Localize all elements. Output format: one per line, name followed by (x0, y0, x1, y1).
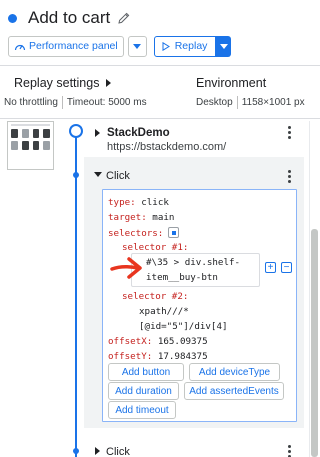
step-menu-button[interactable] (287, 445, 291, 457)
steps-divider (0, 118, 320, 119)
resolution-value: 1158×1001 px (241, 97, 305, 108)
red-arrow-annotation (110, 257, 142, 279)
prop-selector-1: selector #1: (122, 242, 188, 253)
replay-settings-values: No throttling Timeout: 5000 ms (4, 96, 147, 109)
selector-picker-icon[interactable] (168, 227, 180, 238)
prop-value[interactable]: 17.984375 (158, 351, 208, 362)
step-title[interactable]: Click (106, 446, 130, 457)
divider (61, 96, 63, 109)
chevron-right-icon[interactable] (95, 129, 100, 137)
prop-value[interactable]: 165.09375 (158, 336, 208, 347)
environment-values: Desktop 1158×1001 px (196, 96, 305, 109)
pencil-icon[interactable] (117, 11, 131, 25)
selector-2-line[interactable]: [@id="5"]/div[4] (139, 321, 228, 332)
thumbnail-product (32, 129, 40, 138)
replay-settings-toggle[interactable]: Replay settings (14, 76, 112, 90)
selector-1-line: item__buy-btn (146, 272, 218, 283)
remove-selector-button[interactable]: − (281, 262, 292, 273)
prop-offsety[interactable]: offsetY: 17.984375 (108, 351, 208, 362)
add-timeout-button[interactable]: Add timeout (108, 401, 176, 419)
prop-key: type: (108, 197, 136, 208)
timeline-node-navigate (69, 124, 83, 138)
performance-panel-label: Performance panel (29, 40, 118, 52)
recording-title-row: Add to cart (8, 7, 131, 29)
add-duration-button[interactable]: Add duration (108, 382, 179, 400)
thumbnail-grid (11, 129, 50, 150)
prop-type[interactable]: type: click (108, 197, 169, 208)
add-devicetype-button[interactable]: Add deviceType (189, 363, 280, 381)
replay-label: Replay (174, 40, 208, 52)
timeline-line (75, 131, 77, 457)
timeline-node-click (73, 172, 79, 178)
header-divider (0, 65, 320, 66)
thumbnail-product (43, 141, 50, 150)
chevron-down-icon (133, 43, 142, 49)
device-value: Desktop (196, 97, 233, 108)
page-screenshot-thumbnail[interactable] (7, 121, 54, 170)
recording-title: Add to cart (28, 8, 111, 27)
timeout-value: Timeout: 5000 ms (66, 97, 147, 108)
step-title[interactable]: StackDemo (107, 127, 170, 139)
step-menu-button[interactable] (287, 126, 291, 139)
prop-offsetx[interactable]: offsetX: 165.09375 (108, 336, 208, 347)
selector-1-line: #\35 > div.shelf- (146, 257, 241, 268)
thumbnail-product (32, 141, 40, 150)
chevron-right-icon (106, 79, 112, 87)
chevron-right-icon[interactable] (95, 447, 100, 455)
add-assertedevents-button[interactable]: Add assertedEvents (184, 382, 284, 400)
prop-selectors: selectors: (108, 227, 180, 239)
add-selector-button[interactable]: + (265, 262, 276, 273)
step-title[interactable]: Click (106, 170, 130, 182)
divider (236, 96, 238, 109)
recording-status-dot (8, 13, 17, 23)
performance-dropdown-button[interactable] (127, 35, 147, 57)
replay-settings-title: Replay settings (14, 76, 100, 90)
step-menu-button[interactable] (287, 170, 291, 183)
thumbnail-header (11, 124, 50, 126)
play-icon (162, 41, 170, 51)
recording-toolbar: Performance panel Replay (8, 35, 232, 57)
performance-panel-button[interactable]: Performance panel (8, 35, 124, 57)
step-url: https://bstackdemo.com/ (107, 141, 227, 153)
replay-options-button[interactable] (216, 35, 232, 57)
thumbnail-product (11, 141, 18, 150)
scrollbar-thumb[interactable] (311, 229, 318, 457)
replay-button[interactable]: Replay (153, 35, 217, 57)
prop-key: offsetX: (108, 336, 153, 347)
environment-title: Environment (196, 76, 267, 90)
gauge-icon (14, 44, 26, 50)
thumbnail-product (11, 129, 18, 138)
prop-key: selector #1: (122, 242, 189, 253)
prop-target[interactable]: target: main (108, 212, 174, 223)
prop-selector-2: selector #2: (122, 291, 188, 302)
thumbnail-product (21, 141, 29, 150)
prop-key: selectors: (108, 228, 164, 239)
prop-key: offsetY: (108, 351, 153, 362)
chevron-down-icon (219, 43, 228, 49)
thumbnail-product (43, 129, 50, 138)
prop-value[interactable]: main (152, 212, 174, 223)
thumbnail-product (21, 129, 29, 138)
timeline-node-click (73, 448, 79, 454)
throttling-value: No throttling (4, 97, 58, 108)
prop-key: target: (108, 212, 147, 223)
prop-value[interactable]: click (141, 197, 169, 208)
prop-key: selector #2: (122, 291, 189, 302)
chevron-down-icon[interactable] (94, 172, 102, 177)
selector-2-line[interactable]: xpath///* (139, 306, 189, 317)
add-button-button[interactable]: Add button (108, 363, 184, 381)
